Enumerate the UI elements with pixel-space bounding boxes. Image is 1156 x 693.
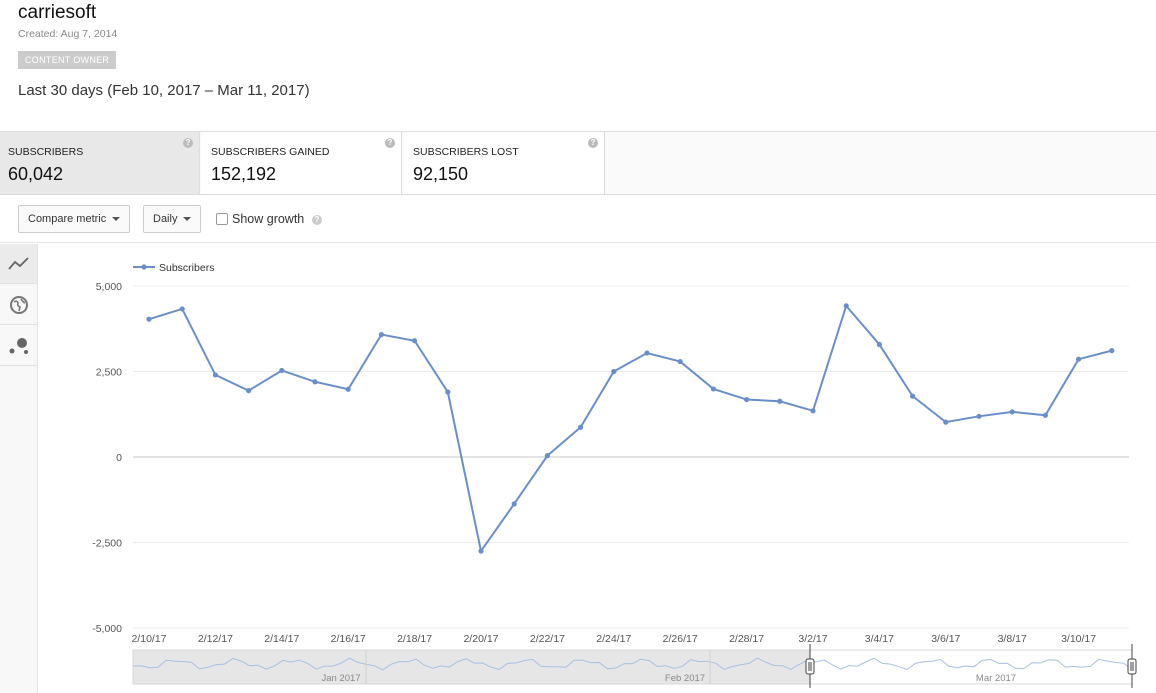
data-point xyxy=(478,548,484,554)
metric-label: SUBSCRIBERS xyxy=(8,146,84,158)
y-tick-label: 5,000 xyxy=(96,281,122,293)
caret-down-icon xyxy=(112,217,121,222)
metric-tab-subscribers-lost[interactable]: SUBSCRIBERS LOST 92,150 ? xyxy=(403,132,605,194)
date-range[interactable]: Last 30 days (Feb 10, 2017 – Mar 11, 201… xyxy=(18,82,310,99)
data-point xyxy=(279,367,285,374)
x-tick-label: 3/10/17 xyxy=(1061,633,1096,645)
interval-dropdown[interactable]: Daily xyxy=(143,205,202,233)
tab-map[interactable] xyxy=(0,285,37,325)
subscribers-line-chart[interactable]: 5,000 2,500 0 -2,500 -5,000 2/10/17 2/12/17 2/1… xyxy=(40,244,1150,693)
help-icon[interactable]: ? xyxy=(588,138,598,148)
metric-tab-subscribers[interactable]: SUBSCRIBERS 60,042 ? xyxy=(0,132,200,194)
channel-title: carriesoft xyxy=(18,2,97,23)
help-icon[interactable]: ? xyxy=(312,215,322,225)
x-tick-label: 2/22/17 xyxy=(530,633,565,645)
chart-type-tabs xyxy=(0,244,38,693)
legend-marker xyxy=(141,264,147,270)
data-point xyxy=(876,341,883,348)
metric-tabs: SUBSCRIBERS 60,042 ? SUBSCRIBERS GAINED … xyxy=(0,131,1156,195)
data-point xyxy=(511,501,517,507)
x-tick-label: 2/18/17 xyxy=(397,633,432,645)
series-line-subscribers xyxy=(148,303,1113,554)
data-point xyxy=(611,368,617,375)
legend-label: Subscribers xyxy=(159,262,214,274)
compare-metric-label: Compare metric xyxy=(28,213,107,225)
caret-down-icon xyxy=(183,217,192,222)
metric-label: SUBSCRIBERS GAINED xyxy=(211,146,330,158)
y-tick-label: 0 xyxy=(116,452,122,464)
content-owner-badge: CONTENT OWNER xyxy=(18,51,117,69)
x-tick-label: 2/26/17 xyxy=(663,633,698,645)
tab-line-chart[interactable] xyxy=(0,244,37,284)
data-point xyxy=(445,389,451,395)
data-point xyxy=(744,396,750,403)
data-point xyxy=(910,393,916,399)
globe-icon xyxy=(9,295,28,314)
metric-label: SUBSCRIBERS LOST xyxy=(413,146,519,158)
data-point xyxy=(777,398,783,404)
x-tick-label: 2/10/17 xyxy=(131,633,166,645)
data-point xyxy=(976,413,982,419)
show-growth-checkbox[interactable] xyxy=(216,213,228,225)
y-tick-label: -2,500 xyxy=(92,538,122,550)
navigator-label: Jan 2017 xyxy=(321,673,360,684)
compare-metric-button[interactable]: Compare metric xyxy=(18,205,131,233)
data-point xyxy=(1109,348,1115,354)
help-icon[interactable]: ? xyxy=(183,138,193,148)
data-point xyxy=(544,453,550,459)
bubble-chart-icon xyxy=(9,337,28,354)
tab-bubble-chart[interactable] xyxy=(0,326,37,366)
range-handle[interactable] xyxy=(805,658,815,675)
show-growth-label: Show growth xyxy=(232,212,305,226)
data-point xyxy=(212,372,218,378)
data-point xyxy=(412,338,418,344)
data-point xyxy=(1076,356,1082,362)
navigator-label: Feb 2017 xyxy=(665,673,705,684)
y-tick-label: 2,500 xyxy=(96,367,122,379)
x-tick-label: 2/14/17 xyxy=(264,633,299,645)
x-tick-label: 2/24/17 xyxy=(596,633,631,645)
data-point xyxy=(179,306,185,312)
metric-value: 152,192 xyxy=(211,164,277,184)
x-tick-label: 3/8/17 xyxy=(998,633,1027,645)
navigator-unselected-range xyxy=(133,650,810,684)
data-point xyxy=(710,386,717,392)
data-point xyxy=(345,386,351,392)
x-tick-label: 3/6/17 xyxy=(931,633,960,645)
help-icon[interactable]: ? xyxy=(385,138,395,148)
interval-label: Daily xyxy=(153,213,178,225)
data-point xyxy=(943,419,949,425)
data-point xyxy=(1009,409,1015,415)
data-point xyxy=(378,331,384,338)
data-point xyxy=(146,316,152,322)
data-point xyxy=(810,408,816,414)
data-point xyxy=(677,358,683,365)
x-tick-label: 3/4/17 xyxy=(865,633,894,645)
data-point xyxy=(246,388,252,394)
x-tick-label: 2/16/17 xyxy=(331,633,366,645)
data-point xyxy=(843,303,849,309)
metric-value: 92,150 xyxy=(413,164,469,184)
x-tick-label: 3/2/17 xyxy=(798,633,827,645)
x-tick-label: 2/20/17 xyxy=(463,633,498,645)
y-tick-label: -5,000 xyxy=(92,623,122,635)
chart-toolbar: Compare metric Daily Show growth ? xyxy=(0,195,1156,243)
x-tick-label: 2/28/17 xyxy=(729,633,764,645)
metric-tab-subscribers-gained[interactable]: SUBSCRIBERS GAINED 152,192 ? xyxy=(201,132,402,194)
navigator-label: Mar 2017 xyxy=(976,673,1016,684)
range-handle[interactable] xyxy=(1127,658,1137,675)
data-point xyxy=(1042,412,1048,418)
created-date: Created: Aug 7, 2014 xyxy=(18,28,118,40)
x-tick-label: 2/12/17 xyxy=(198,633,233,645)
data-point xyxy=(644,350,650,356)
line-chart-icon xyxy=(7,256,29,270)
data-point xyxy=(578,424,584,430)
data-point xyxy=(312,379,318,385)
metric-value: 60,042 xyxy=(8,164,64,184)
